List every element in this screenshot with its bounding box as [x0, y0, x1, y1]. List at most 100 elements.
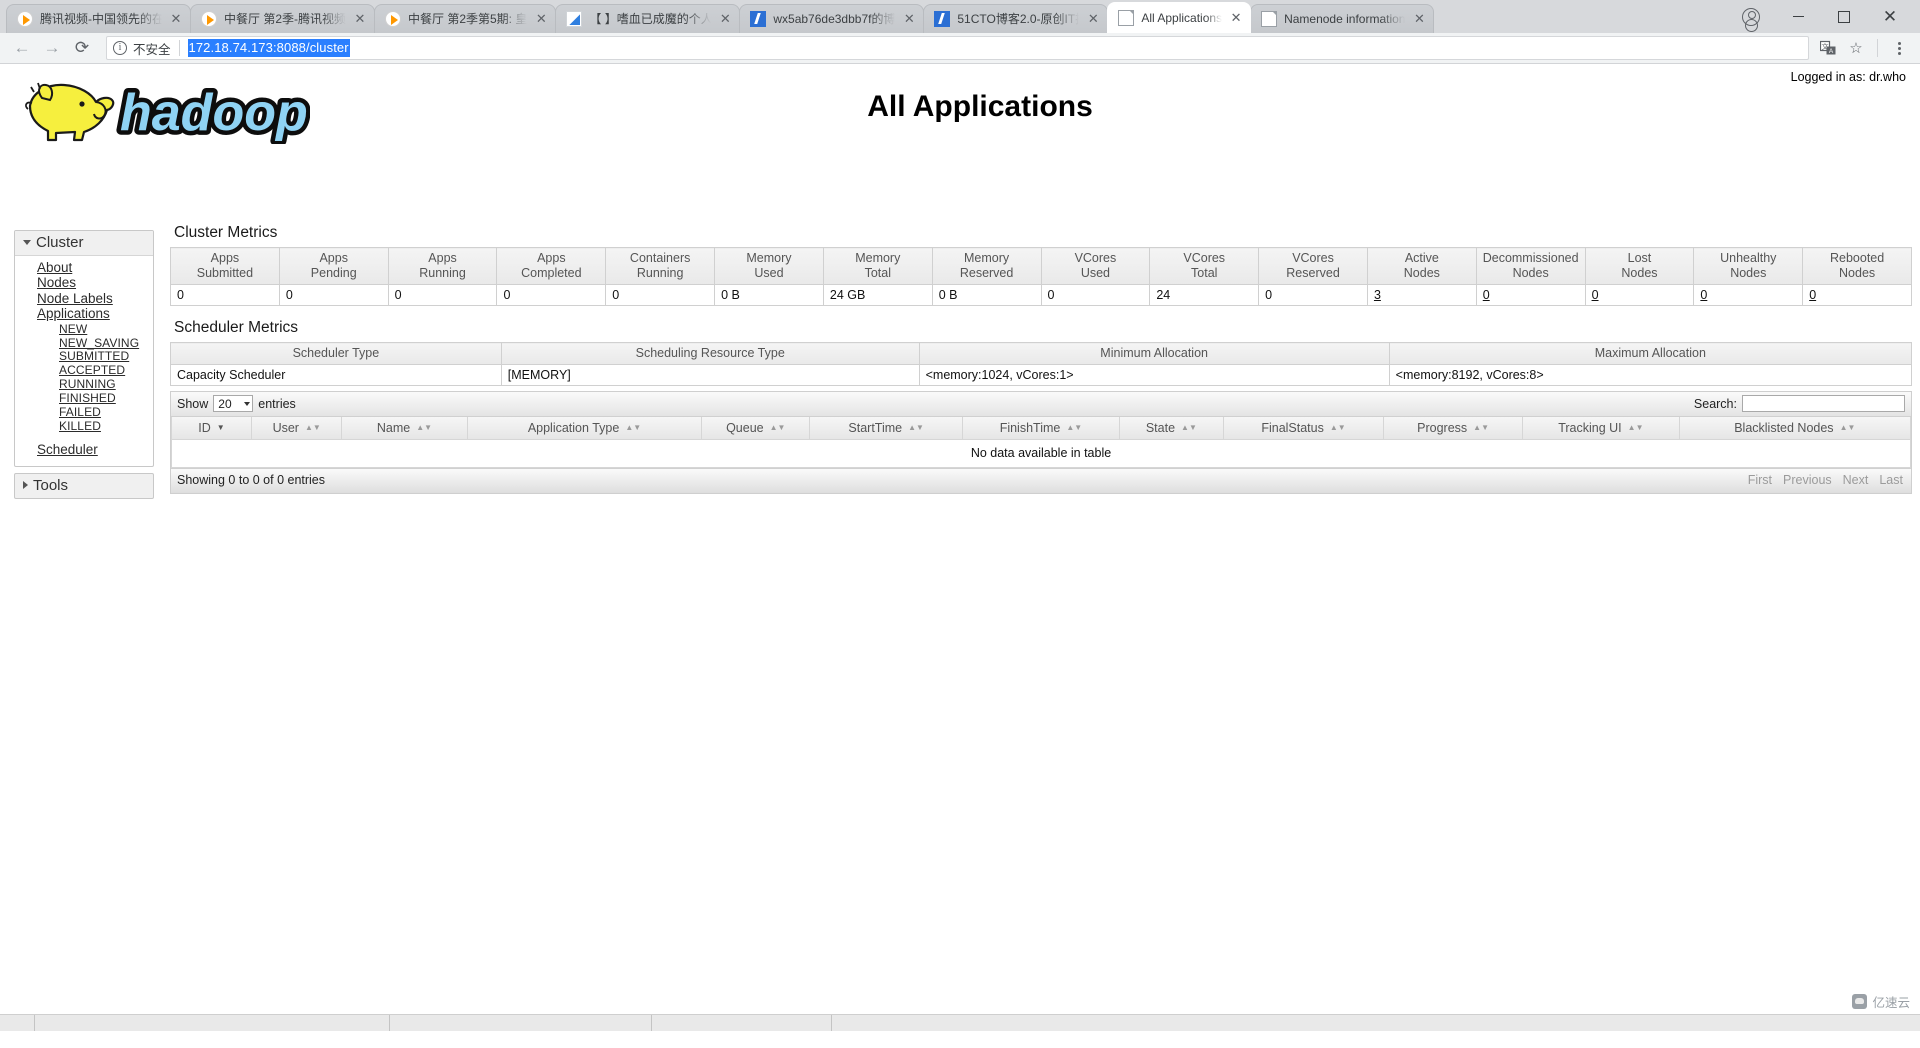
pagination-next[interactable]: Next — [1843, 473, 1869, 487]
rebooted-nodes-link[interactable]: 0 — [1809, 288, 1816, 302]
sidebar-section-tools[interactable]: Tools — [14, 472, 154, 499]
pagination-first[interactable]: First — [1748, 473, 1772, 487]
close-icon[interactable]: ✕ — [533, 11, 549, 27]
address-bar[interactable]: i 不安全 172.18.74.173:8088/cluster — [106, 36, 1809, 60]
col-memory-used: Memory Used — [714, 247, 824, 285]
sidebar-item-scheduler[interactable]: Scheduler — [15, 442, 153, 458]
pagination-previous[interactable]: Previous — [1783, 473, 1832, 487]
info-circle-icon[interactable]: i — [113, 41, 127, 55]
browser-tab[interactable]: 51CTO博客2.0-原创IT技 ✕ — [923, 4, 1109, 33]
taskbar-segment[interactable] — [35, 1014, 390, 1031]
col-progress[interactable]: Progress ▲▼ — [1383, 417, 1524, 440]
sidebar-item-node-labels[interactable]: Node Labels — [15, 291, 153, 307]
col-user[interactable]: User ▲▼ — [250, 417, 343, 440]
col-queue[interactable]: Queue ▲▼ — [701, 417, 811, 440]
browser-tab-active[interactable]: All Applications ✕ — [1107, 2, 1252, 33]
maximize-button[interactable] — [1822, 1, 1866, 33]
page-length-select[interactable]: 20 — [213, 395, 254, 412]
unhealthy-nodes-link[interactable]: 0 — [1700, 288, 1707, 302]
col-tracking-ui[interactable]: Tracking UI ▲▼ — [1522, 417, 1680, 440]
sidebar-item-new[interactable]: NEW — [15, 322, 153, 336]
col-apps-running: Apps Running — [387, 247, 498, 285]
table-row: 0 0 0 0 0 0 B 24 GB 0 B 0 24 0 3 0 0 0 0 — [170, 284, 1912, 306]
browser-tab[interactable]: 【 】嗜血已成魔的个人主 ✕ — [555, 4, 741, 33]
page-length-value: 20 — [218, 396, 232, 411]
chevron-down-icon — [244, 401, 251, 406]
taskbar-segment[interactable] — [390, 1014, 652, 1031]
sort-desc-icon: ▼ — [216, 423, 225, 433]
sidebar-item-finished[interactable]: FINISHED — [15, 391, 153, 405]
browser-toolbar: ← → ⟳ i 不安全 172.18.74.173:8088/cluster 文… — [0, 33, 1920, 64]
taskbar-segment[interactable] — [0, 1014, 35, 1031]
taskbar-segment[interactable] — [652, 1014, 832, 1031]
back-icon[interactable]: ← — [8, 34, 36, 62]
bookmark-star-icon[interactable]: ☆ — [1843, 35, 1869, 61]
empty-row: No data available in table — [171, 439, 1911, 468]
browser-tab[interactable]: wx5ab76de3dbb7f的博 ✕ — [739, 4, 925, 33]
browser-tab[interactable]: 腾讯视频-中国领先的在线视频媒体平台 ✕ — [6, 4, 191, 33]
reload-icon[interactable]: ⟳ — [68, 34, 96, 62]
sidebar-section-cluster[interactable]: Cluster — [15, 231, 153, 256]
applications-table: ID▼ User▲▼ Name▲▼ Application Type▲▼ — [171, 417, 1912, 468]
sidebar-item-killed[interactable]: KILLED — [15, 419, 153, 433]
url-text[interactable]: 172.18.74.173:8088/cluster — [187, 39, 350, 57]
col-application-type[interactable]: Application Type ▲▼ — [466, 417, 703, 440]
close-icon[interactable]: ✕ — [717, 11, 733, 27]
col-finishtime[interactable]: FinishTime ▲▼ — [962, 417, 1120, 440]
youtube-play-icon — [17, 11, 33, 27]
browser-tab[interactable]: 中餐厅 第2季-腾讯视频 ✕ — [190, 4, 375, 33]
col-scheduler-type: Scheduler Type — [170, 342, 502, 365]
sidebar-item-running[interactable]: RUNNING — [15, 378, 153, 392]
close-icon[interactable]: ✕ — [1085, 11, 1101, 27]
col-finalstatus[interactable]: FinalStatus ▲▼ — [1223, 417, 1385, 440]
col-name[interactable]: Name ▲▼ — [341, 417, 468, 440]
kebab-menu-icon[interactable] — [1886, 35, 1912, 61]
sidebar-item-submitted[interactable]: SUBMITTED — [15, 350, 153, 364]
active-nodes-link[interactable]: 3 — [1374, 288, 1381, 302]
51cto-pen-icon — [934, 11, 951, 27]
sidebar-section-label: Tools — [33, 476, 69, 494]
close-icon[interactable]: ✕ — [1411, 11, 1427, 27]
col-blacklisted-nodes[interactable]: Blacklisted Nodes ▲▼ — [1678, 417, 1912, 440]
col-scheduling-resource-type: Scheduling Resource Type — [500, 342, 920, 365]
watermark-label: 亿速云 — [1872, 996, 1910, 1010]
show-label: Show — [177, 396, 209, 411]
browser-window: 腾讯视频-中国领先的在线视频媒体平台 ✕ 中餐厅 第2季-腾讯视频 ✕ 中餐厅 … — [0, 0, 1920, 1048]
profile-avatar-icon[interactable] — [1742, 7, 1760, 32]
col-starttime[interactable]: StartTime ▲▼ — [809, 417, 964, 440]
browser-tab[interactable]: Namenode information ✕ — [1250, 4, 1435, 33]
close-icon[interactable]: ✕ — [1228, 10, 1244, 26]
decommissioned-nodes-link[interactable]: 0 — [1483, 288, 1490, 302]
close-icon[interactable]: ✕ — [901, 11, 917, 27]
close-icon[interactable]: ✕ — [168, 11, 184, 27]
scheduler-metrics-table: Scheduler Type Scheduling Resource Type … — [170, 342, 1913, 386]
cluster-metrics-title: Cluster Metrics — [174, 224, 278, 241]
cell-unhealthy-nodes: 0 — [1693, 284, 1804, 306]
col-vcores-total: VCores Total — [1149, 247, 1260, 285]
translate-icon[interactable]: 文 A — [1815, 35, 1841, 61]
close-icon[interactable]: ✕ — [352, 11, 368, 27]
col-state[interactable]: State ▲▼ — [1118, 417, 1225, 440]
tab-title: 腾讯视频-中国领先的在线视频媒体平台 — [40, 12, 162, 26]
col-id[interactable]: ID ▼ — [171, 417, 252, 440]
sidebar-item-failed[interactable]: FAILED — [15, 405, 153, 419]
close-window-button[interactable]: ✕ — [1868, 1, 1912, 33]
cell-active-nodes: 3 — [1366, 284, 1477, 306]
browser-tab[interactable]: 中餐厅 第2季第5期: 皇 ✕ — [374, 4, 557, 33]
sort-both-icon: ▲▼ — [1473, 422, 1489, 432]
sidebar-item-accepted[interactable]: ACCEPTED — [15, 364, 153, 378]
pagination-last[interactable]: Last — [1879, 473, 1903, 487]
col-apps-submitted: Apps Submitted — [170, 247, 280, 285]
forward-icon[interactable]: → — [38, 34, 66, 62]
sidebar-item-nodes[interactable]: Nodes — [15, 275, 153, 292]
sidebar-item-applications[interactable]: Applications — [15, 306, 153, 323]
minimize-button[interactable] — [1776, 1, 1820, 33]
datatable-toolbar: Show 20 entries Search: — [171, 392, 1911, 417]
lost-nodes-link[interactable]: 0 — [1592, 288, 1599, 302]
sort-both-icon: ▲▼ — [625, 422, 642, 432]
search-input[interactable] — [1742, 395, 1905, 412]
sidebar-item-about[interactable]: About — [15, 260, 153, 276]
cluster-metrics-table: Apps Submitted Apps Pending Apps Running Ap… — [170, 247, 1912, 306]
sidebar-item-new-saving[interactable]: NEW_SAVING — [15, 336, 153, 350]
chevron-right-icon — [23, 481, 28, 489]
